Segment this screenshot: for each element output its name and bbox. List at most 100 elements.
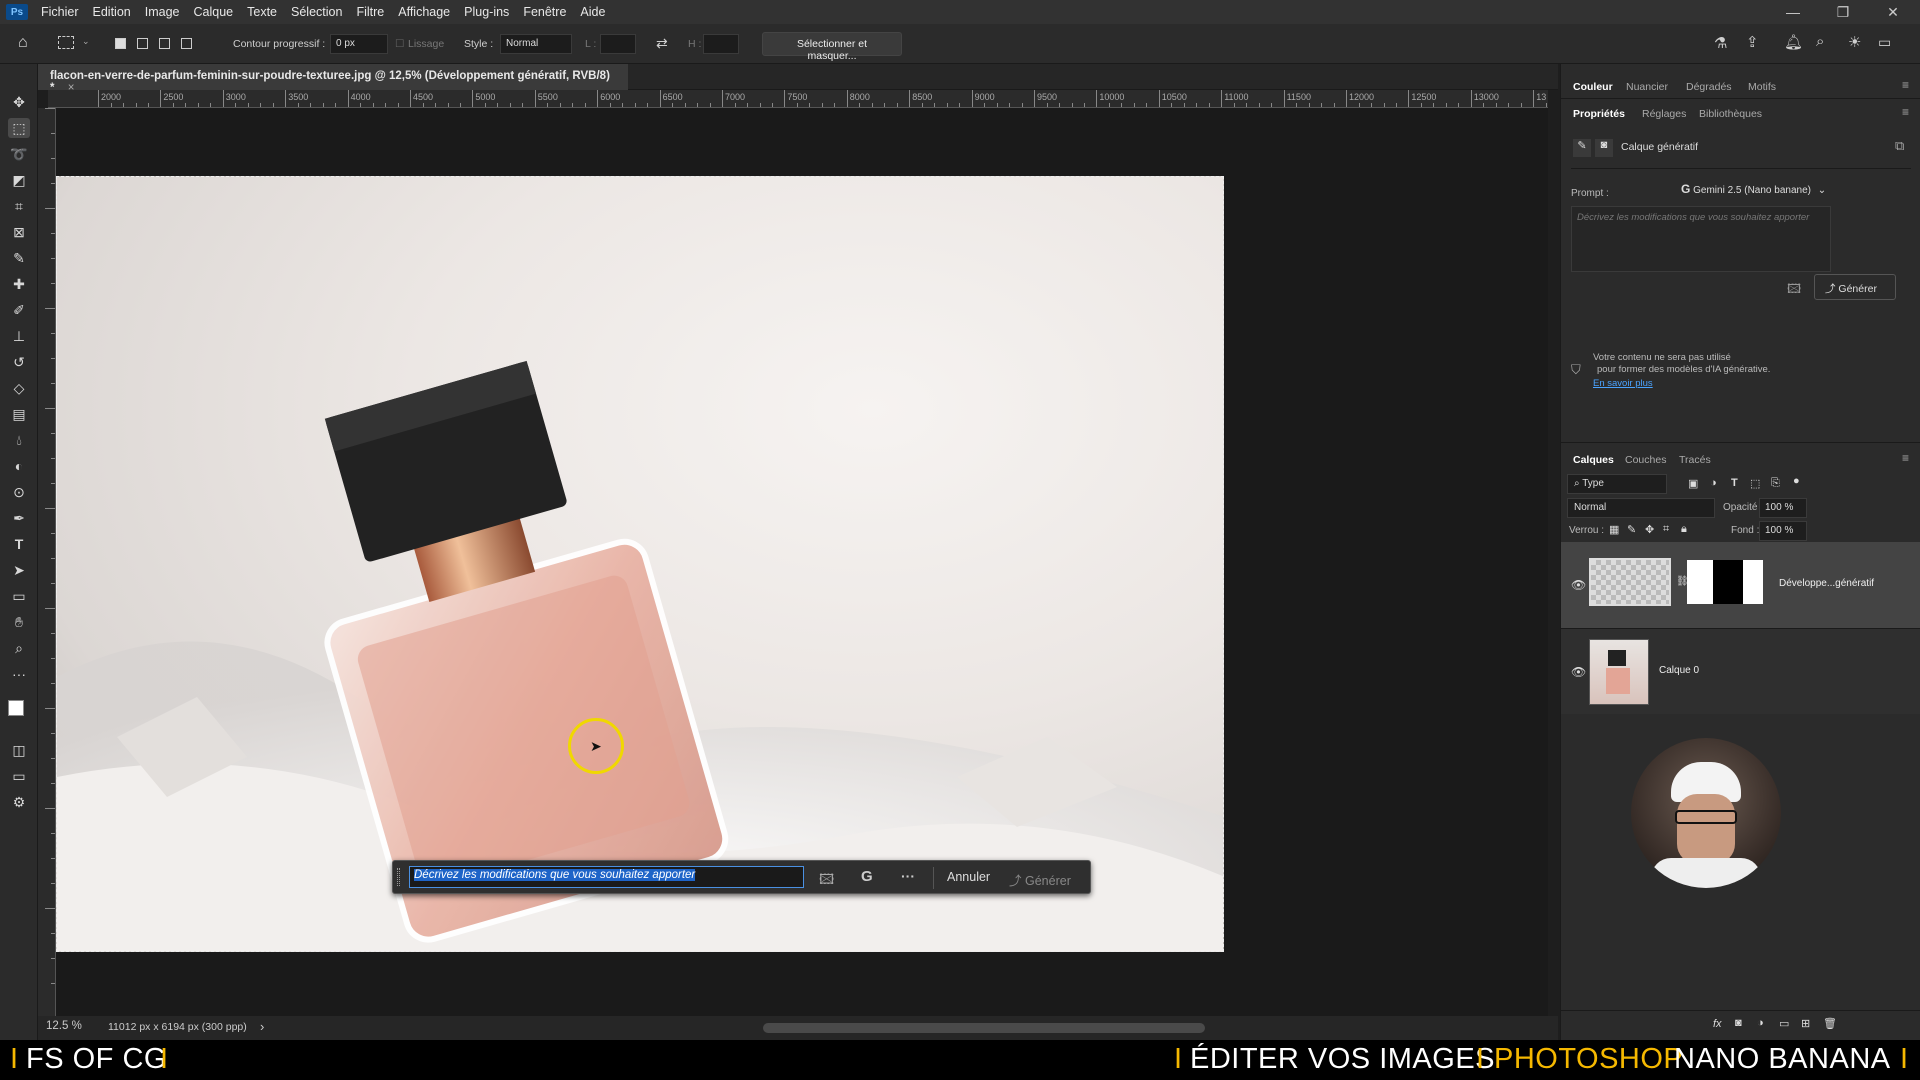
foreground-color-swatch[interactable] (8, 700, 24, 716)
more-tools-icon[interactable]: ··· (8, 664, 30, 684)
panel-menu-icon[interactable]: ≡ (1902, 78, 1909, 92)
model-select[interactable]: G Gemini 2.5 (Nano banane) ⌄ (1681, 182, 1826, 196)
filter-type-icon[interactable]: T (1731, 477, 1738, 489)
object-selection-icon[interactable]: ◩ (8, 170, 30, 190)
menu-calque[interactable]: Calque (187, 5, 241, 19)
lock-position-icon[interactable]: ✥ (1645, 523, 1654, 536)
group-icon[interactable]: ▭ (1779, 1017, 1789, 1030)
subtract-selection-icon[interactable] (159, 38, 170, 49)
panel-menu-icon[interactable]: ≡ (1902, 451, 1909, 465)
filter-adjustment-icon[interactable]: ◑ (1710, 477, 1717, 489)
share-icon[interactable]: ⇪ (1746, 33, 1759, 51)
generative-tool-icon[interactable]: ⚙ (8, 792, 30, 812)
lasso-icon[interactable]: ➰ (8, 144, 30, 164)
adjustment-layer-icon[interactable]: ◑ (1757, 1017, 1764, 1029)
filter-shape-icon[interactable]: ⬚ (1750, 477, 1760, 490)
sponge-icon[interactable]: ⊙ (8, 482, 30, 502)
anti-alias-checkbox[interactable]: ☐ (395, 38, 404, 50)
horizontal-scrollbar[interactable] (763, 1023, 1205, 1033)
drag-handle[interactable] (397, 868, 400, 886)
marquee-tool-preset-icon[interactable] (58, 36, 74, 49)
lock-artboard-icon[interactable]: ⌗ (1663, 523, 1669, 536)
chevron-down-icon[interactable]: ⌄ (82, 36, 90, 47)
move-tool-icon[interactable]: ✥ (8, 92, 30, 112)
eye-icon[interactable]: 👁︎ (1571, 665, 1586, 679)
history-brush-icon[interactable]: ↺ (8, 352, 30, 372)
opacity-input[interactable]: 100 % (1759, 498, 1807, 518)
workspace-icon[interactable]: ▭ (1878, 34, 1891, 51)
cancel-button[interactable]: Annuler (947, 870, 990, 884)
eraser-icon[interactable]: ◇ (8, 378, 30, 398)
quick-mask-icon[interactable]: ◫ (8, 740, 30, 760)
fx-icon[interactable]: fx (1713, 1018, 1722, 1030)
tab-degrades[interactable]: Dégradés (1686, 81, 1732, 93)
layer-row-calque0[interactable]: 👁︎ Calque 0 (1561, 628, 1920, 714)
menu-image[interactable]: Image (138, 5, 187, 19)
delete-icon[interactable]: 🗑︎ (1823, 1017, 1837, 1030)
flask-icon[interactable]: ⚗ (1714, 34, 1727, 52)
feather-input[interactable]: 0 px (330, 34, 388, 54)
frame-icon[interactable]: ⊠ (8, 222, 30, 242)
prompt-input[interactable]: Décrivez les modifications que vous souh… (409, 866, 804, 888)
minimize-icon[interactable]: — (1770, 0, 1816, 24)
pen-icon[interactable]: ✒ (8, 508, 30, 528)
restore-icon[interactable]: ❐ (1820, 0, 1866, 24)
menu-affichage[interactable]: Affichage (391, 5, 457, 19)
add-selection-icon[interactable] (137, 38, 148, 49)
eyedropper-icon[interactable]: ✎ (8, 248, 30, 268)
menu-edition[interactable]: Edition (86, 5, 138, 19)
tab-calques[interactable]: Calques (1573, 454, 1614, 466)
document-tab[interactable]: flacon-en-verre-de-parfum-feminin-sur-po… (38, 64, 628, 94)
search-icon[interactable]: ⌕ (1816, 33, 1824, 50)
new-selection-icon[interactable] (115, 38, 126, 49)
lightbulb-icon[interactable]: ☀ (1848, 33, 1861, 51)
rectangle-tool-icon[interactable]: ▭ (8, 586, 30, 606)
tab-traces[interactable]: Tracés (1679, 454, 1711, 466)
lock-transparent-icon[interactable]: ▦ (1609, 523, 1619, 536)
home-icon[interactable]: ⌂ (18, 34, 28, 52)
menu-plugins[interactable]: Plug-ins (457, 5, 516, 19)
screen-mode-icon[interactable]: ▭ (8, 766, 30, 786)
close-window-icon[interactable]: ✕ (1870, 0, 1916, 24)
filter-smart-icon[interactable]: ⎘ (1771, 477, 1780, 490)
generate-button-panel[interactable]: ⤴ Générer (1814, 274, 1896, 300)
menu-selection[interactable]: Sélection (284, 5, 349, 19)
layer-filter-select[interactable]: ⌕ Type (1567, 474, 1667, 494)
crop-icon[interactable]: ⌗ (8, 196, 30, 216)
intersect-selection-icon[interactable] (181, 38, 192, 49)
menu-texte[interactable]: Texte (240, 5, 284, 19)
google-model-icon[interactable]: G (861, 868, 873, 885)
tab-proprietes[interactable]: Propriétés (1573, 108, 1625, 120)
menu-aide[interactable]: Aide (573, 5, 612, 19)
expand-icon[interactable]: ⧉ (1895, 138, 1904, 154)
menu-fichier[interactable]: Fichier (34, 5, 86, 19)
tab-couches[interactable]: Couches (1625, 454, 1666, 466)
zoom-tool-icon[interactable]: ⌕ (8, 638, 30, 658)
add-mask-icon[interactable]: ◙ (1735, 1017, 1742, 1029)
panel-menu-icon[interactable]: ≡ (1902, 105, 1909, 119)
tab-couleur[interactable]: Couleur (1573, 81, 1613, 93)
select-and-mask-button[interactable]: Sélectionner et masquer... (762, 32, 902, 62)
zoom-level[interactable]: 12.5 % (46, 1020, 82, 1032)
prompt-textarea[interactable]: Décrivez les modifications que vous souh… (1571, 206, 1831, 272)
filter-toggle-icon[interactable]: ● (1793, 475, 1800, 487)
swap-icon[interactable]: ⇄ (656, 35, 668, 52)
reference-image-icon[interactable]: 🖾︎ (1787, 280, 1801, 302)
document-image[interactable] (56, 176, 1224, 952)
tab-nuancier[interactable]: Nuancier (1626, 81, 1668, 93)
generate-button[interactable]: ⤴ Générer (1009, 870, 1071, 889)
tab-motifs[interactable]: Motifs (1748, 81, 1776, 93)
stamp-icon[interactable]: ⊥ (8, 326, 30, 346)
lock-all-icon[interactable]: 🔒︎ (1681, 523, 1687, 536)
healing-brush-icon[interactable]: ✚ (8, 274, 30, 294)
layer-row-generative[interactable]: 👁︎ ⛓ Développe...génératif (1561, 542, 1920, 628)
eye-icon[interactable]: 👁︎ (1571, 578, 1586, 592)
style-select[interactable]: Normal (500, 34, 572, 54)
blur-icon[interactable]: 💧︎ (8, 430, 30, 450)
learn-more-link[interactable]: En savoir plus (1593, 378, 1770, 390)
filter-pixel-icon[interactable]: ▣ (1688, 477, 1698, 490)
menu-fenetre[interactable]: Fenêtre (516, 5, 573, 19)
tab-reglages[interactable]: Réglages (1642, 108, 1686, 120)
rectangular-marquee-icon[interactable]: ⬚ (8, 118, 30, 138)
gradient-icon[interactable]: ▤ (8, 404, 30, 424)
